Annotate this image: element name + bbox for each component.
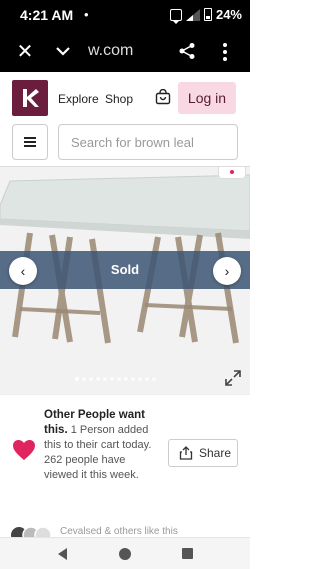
more-options-icon[interactable] [220, 41, 230, 63]
carousel-dot[interactable] [110, 377, 114, 381]
carousel-dot[interactable] [96, 377, 100, 381]
favorite-tab[interactable] [218, 167, 246, 179]
browser-toolbar: ✕ w.com [0, 32, 250, 72]
battery-percent: 24% [215, 7, 242, 22]
demand-info-panel: Other People want this. 1 Person added t… [0, 394, 250, 511]
avatar-stack-icon [11, 526, 52, 537]
next-image-button[interactable]: › [213, 257, 241, 285]
carousel-dot[interactable] [145, 377, 149, 381]
carousel-dot[interactable] [138, 377, 142, 381]
nav-shop-link[interactable]: Shop [105, 92, 133, 106]
status-bar: 4:21 AM • 24% [0, 0, 250, 32]
carousel-dots [75, 377, 156, 381]
cart-icon[interactable] [155, 89, 171, 105]
logo-mark-icon [23, 89, 39, 107]
share-label: Share [199, 446, 232, 460]
site-header: Explore Shop Log in [0, 72, 250, 122]
home-icon[interactable] [119, 548, 131, 560]
carousel-dot[interactable] [82, 377, 86, 381]
hamburger-icon [24, 137, 36, 147]
status-indicators: 24% [169, 7, 242, 24]
carousel-dot[interactable] [89, 377, 93, 381]
back-icon[interactable] [58, 548, 67, 560]
recent-apps-icon[interactable] [182, 548, 193, 559]
heart-icon [13, 440, 35, 460]
signal-icon [185, 8, 200, 21]
carousel-dot[interactable] [103, 377, 107, 381]
carousel-dot[interactable] [152, 377, 156, 381]
carousel-dot[interactable] [117, 377, 121, 381]
carousel-dot[interactable] [131, 377, 135, 381]
search-row [0, 122, 250, 166]
demand-message: Other People want this. 1 Person added t… [44, 408, 156, 483]
share-icon[interactable] [178, 42, 196, 60]
carousel-dot[interactable] [75, 377, 79, 381]
url-bar[interactable]: w.com [88, 42, 133, 60]
close-tab-icon[interactable]: ✕ [14, 41, 36, 63]
status-notification-dot: • [84, 7, 89, 22]
share-button[interactable]: Share [168, 439, 238, 467]
android-nav-bar [0, 537, 250, 569]
nav-explore-link[interactable]: Explore [58, 92, 99, 106]
status-time: 4:21 AM [20, 7, 74, 23]
likes-row: Cevalsed & others like this [0, 511, 250, 537]
login-button[interactable]: Log in [178, 82, 236, 114]
share-upload-icon [179, 446, 193, 460]
search-input[interactable] [58, 124, 238, 160]
battery-icon [203, 8, 212, 21]
chevron-down-icon[interactable] [54, 42, 72, 60]
brand-logo[interactable] [12, 80, 48, 116]
carousel-dot[interactable] [124, 377, 128, 381]
previous-image-button[interactable]: ‹ [9, 257, 37, 285]
product-image-carousel[interactable]: Sold ‹ › [0, 166, 250, 394]
heart-dot-icon [230, 170, 234, 174]
likes-text: Cevalsed & others like this [60, 526, 178, 537]
message-icon [169, 8, 182, 24]
expand-icon[interactable] [224, 369, 242, 387]
hamburger-menu-button[interactable] [12, 124, 48, 160]
